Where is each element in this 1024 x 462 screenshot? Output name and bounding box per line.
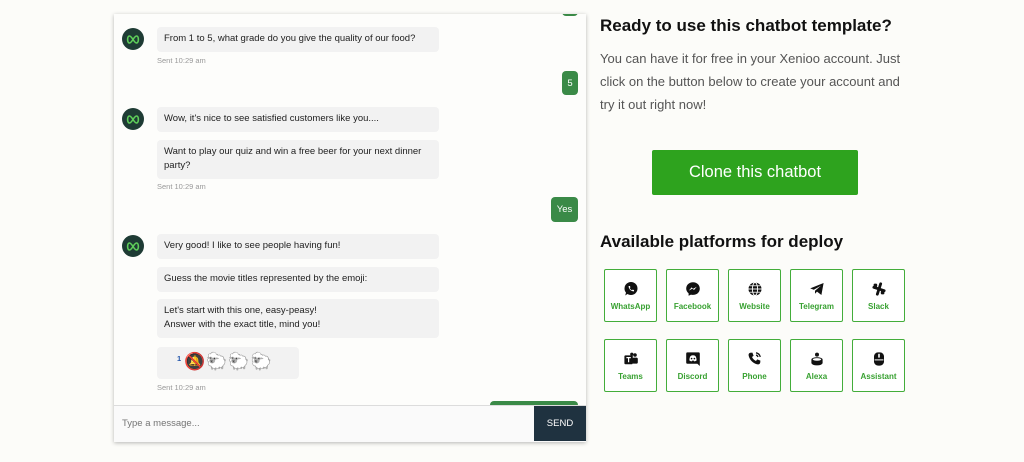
platform-website[interactable]: Website [728, 269, 781, 322]
bot-message: Wow, it's nice to see satisfied customer… [157, 107, 439, 132]
message-list[interactable]: From 1 to 5, what grade do you give the … [114, 14, 586, 407]
whatsapp-icon [624, 281, 637, 295]
bot-avatar [122, 235, 144, 257]
platform-label: Teams [618, 371, 643, 381]
platform-slack[interactable]: Slack [852, 269, 905, 322]
template-title: Ready to use this chatbot template? [600, 16, 892, 35]
platform-label: Telegram [799, 301, 834, 311]
platform-teams[interactable]: Teams [604, 339, 657, 392]
teams-icon [623, 352, 638, 364]
globe-icon [748, 281, 761, 296]
template-description: You can have it for free in your Xenioo … [600, 51, 901, 112]
user-message: 5 [562, 71, 578, 95]
platform-label: Discord [677, 371, 708, 381]
bot-message: Guess the movie titles represented by th… [157, 267, 439, 292]
sent-timestamp: Sent 10:29 am [157, 383, 206, 392]
platform-label: Phone [742, 371, 767, 381]
send-button[interactable]: SEND [534, 406, 586, 441]
infinity-logo-icon [126, 241, 140, 251]
assistant-icon [873, 351, 884, 366]
message-composer: SEND [114, 405, 586, 442]
platform-facebook[interactable]: Facebook [666, 269, 719, 322]
platform-label: Alexa [805, 371, 828, 381]
platform-label: Website [739, 301, 770, 311]
discord-icon [685, 351, 700, 366]
bot-avatar [122, 108, 144, 130]
platform-assistant[interactable]: Assistant [852, 339, 905, 392]
infinity-logo-icon [126, 34, 140, 44]
bot-message: From 1 to 5, what grade do you give the … [157, 27, 439, 52]
messenger-icon [685, 281, 700, 296]
bot-message: Want to play our quiz and win a free bee… [157, 140, 439, 179]
slack-icon [871, 281, 886, 296]
platform-label: WhatsApp [610, 301, 651, 311]
platform-label: Slack [868, 301, 889, 311]
emoji-sequence: 🔕🐑🐑🐑 [184, 352, 273, 371]
platform-whatsapp[interactable]: WhatsApp [604, 269, 657, 322]
telegram-icon [809, 282, 824, 295]
user-message: Yes [551, 197, 578, 222]
message-input[interactable] [114, 406, 532, 441]
clone-chatbot-button[interactable]: Clone this chatbot [652, 150, 858, 195]
bot-message: Let's start with this one, easy-peasy! A… [157, 299, 439, 338]
sent-timestamp: Sent 10:29 am [157, 56, 206, 65]
emoji-message: 1 🔕🐑🐑🐑 [157, 347, 299, 379]
infinity-logo-icon [126, 114, 140, 124]
phone-icon [748, 351, 761, 364]
bot-message: Very good! I like to see people having f… [157, 234, 439, 259]
platform-label: Assistant [860, 371, 897, 381]
chat-window: From 1 to 5, what grade do you give the … [114, 14, 586, 442]
platform-discord[interactable]: Discord [666, 339, 719, 392]
platform-telegram[interactable]: Telegram [790, 269, 843, 322]
platform-phone[interactable]: Phone [728, 339, 781, 392]
user-message-partial [562, 14, 578, 16]
platforms-title: Available platforms for deploy [600, 232, 844, 251]
bot-avatar [122, 28, 144, 50]
platform-alexa[interactable]: Alexa [790, 339, 843, 392]
sent-timestamp: Sent 10:29 am [157, 182, 206, 191]
platform-label: Facebook [673, 301, 712, 311]
alexa-icon [810, 352, 823, 365]
emoji-number: 1 [177, 354, 182, 363]
